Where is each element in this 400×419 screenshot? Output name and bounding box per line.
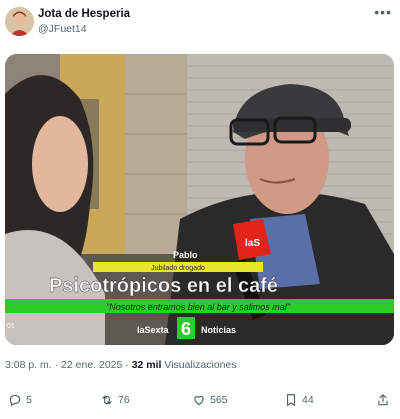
views-count: 32 mil [131,359,162,371]
lower-third-name: Pablo [173,250,198,260]
bookmark-icon [286,394,296,407]
meta-separator: · [54,359,59,371]
views-label: Visualizaciones [164,359,237,371]
action-bar: 5 76 565 44 [0,388,400,412]
channel-section: Noticias [201,325,236,335]
share-icon [378,393,388,406]
avatar[interactable] [5,7,34,36]
channel-name: laSexta [137,325,170,335]
lower-third-role: Jubilado drogado [151,265,205,272]
bookmark-count: 44 [302,394,314,406]
headline: Psicotrópicos en el café [49,275,278,297]
author-name[interactable]: Jota de Hesperia [38,8,130,20]
reply-count: 5 [26,394,32,406]
tweet-header: Jota de Hesperia @JFuet14 ••• [0,0,400,44]
share-button[interactable] [376,388,394,412]
like-count: 565 [210,394,228,406]
heart-icon [194,396,204,406]
channel-number: 6 [181,319,191,339]
tweet-time[interactable]: 3:08 p. m. [5,359,52,371]
meta-separator: · [125,359,129,371]
mic-label: laS [245,238,260,249]
woman-face [32,116,88,212]
repost-button[interactable]: 76 [100,388,130,412]
bookmark-button[interactable]: 44 [284,388,314,412]
corner-number: 01 [7,323,15,330]
tweet-date[interactable]: 22 ene. 2025 [61,359,122,371]
reply-button[interactable]: 5 [8,388,32,412]
reply-icon [9,394,21,407]
repost-count: 76 [118,394,130,406]
repost-icon [102,395,112,405]
author-handle[interactable]: @JFuet14 [38,23,87,35]
like-button[interactable]: 565 [192,388,228,412]
tweet-meta: 3:08 p. m. · 22 ene. 2025 · 32 mil Visua… [5,359,237,371]
tweet-media[interactable]: laS Pablo Jubilado drogado Psicotrópicos… [5,54,394,345]
more-options-icon[interactable]: ••• [374,5,392,19]
quote-text: "Nosotros entramos bien al bar y salimos… [106,302,291,312]
